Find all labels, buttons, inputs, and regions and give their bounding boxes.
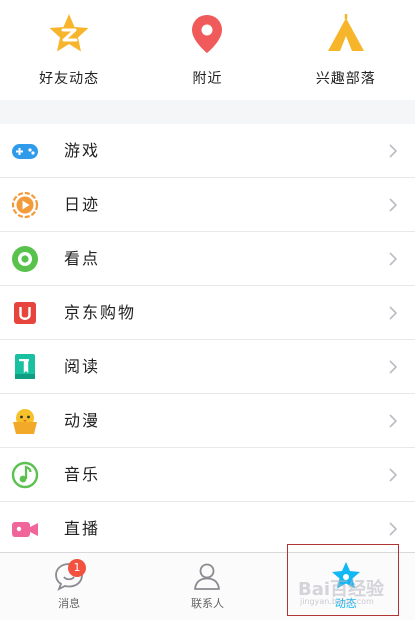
feed-shortcuts: 好友动态 附近 兴趣部落 — [0, 0, 415, 100]
list-item-label: 直播 — [64, 519, 101, 538]
play-circle-icon — [11, 191, 39, 219]
location-pin-icon — [192, 15, 223, 53]
shortcut-label: 兴趣部落 — [315, 71, 376, 87]
video-camera-icon — [11, 515, 39, 543]
unread-badge: 1 — [68, 559, 86, 577]
shortcut-interest-tribe[interactable]: 兴趣部落 — [277, 0, 415, 100]
tab-label: 动态 — [334, 597, 357, 610]
chevron-right-icon — [385, 359, 401, 375]
list-item-daily-trace[interactable]: 日迹 — [0, 178, 415, 232]
list-item-label: 日迹 — [64, 195, 101, 214]
list-item-label: 阅读 — [64, 357, 101, 376]
star-z-icon — [49, 14, 89, 52]
feature-list: 游戏 日迹 看点 京东购物 阅读 动漫 音乐 直播 — [0, 124, 415, 556]
jd-bag-icon — [11, 299, 39, 327]
list-item-label: 音乐 — [64, 465, 101, 484]
shortcut-friends-feed[interactable]: 好友动态 — [0, 0, 138, 100]
chevron-right-icon — [385, 413, 401, 429]
tab-label: 消息 — [58, 597, 81, 610]
tab-label: 联系人 — [190, 597, 224, 610]
chick-icon — [11, 407, 39, 435]
tab-contacts[interactable]: 联系人 — [138, 553, 276, 620]
chevron-right-icon — [385, 521, 401, 537]
list-item-reading[interactable]: 阅读 — [0, 340, 415, 394]
list-item-live[interactable]: 直播 — [0, 502, 415, 556]
chevron-right-icon — [385, 305, 401, 321]
chevron-right-icon — [385, 251, 401, 267]
list-item-label: 动漫 — [64, 411, 101, 430]
chevron-right-icon — [385, 467, 401, 483]
tab-feed[interactable]: 动态 — [277, 553, 415, 620]
bottom-tab-bar: 1 消息 联系人 动态 — [0, 552, 415, 620]
shortcut-label: 好友动态 — [39, 71, 100, 87]
list-item-label: 看点 — [64, 249, 101, 268]
eye-icon — [11, 245, 39, 273]
music-note-icon — [11, 461, 39, 489]
shortcut-label: 附近 — [192, 71, 223, 87]
shortcut-nearby[interactable]: 附近 — [138, 0, 276, 100]
list-item-games[interactable]: 游戏 — [0, 124, 415, 178]
list-item-label: 游戏 — [64, 141, 101, 160]
chevron-right-icon — [385, 143, 401, 159]
gamepad-icon — [11, 137, 39, 165]
person-icon — [191, 560, 223, 592]
list-item-label: 京东购物 — [64, 303, 137, 322]
book-icon — [11, 353, 39, 381]
tab-messages[interactable]: 1 消息 — [0, 553, 138, 620]
chevron-right-icon — [385, 197, 401, 213]
list-item-music[interactable]: 音乐 — [0, 448, 415, 502]
tent-icon — [327, 14, 364, 51]
list-item-anime[interactable]: 动漫 — [0, 394, 415, 448]
star-feed-icon — [330, 560, 362, 592]
list-item-highlights[interactable]: 看点 — [0, 232, 415, 286]
list-item-jd-shopping[interactable]: 京东购物 — [0, 286, 415, 340]
